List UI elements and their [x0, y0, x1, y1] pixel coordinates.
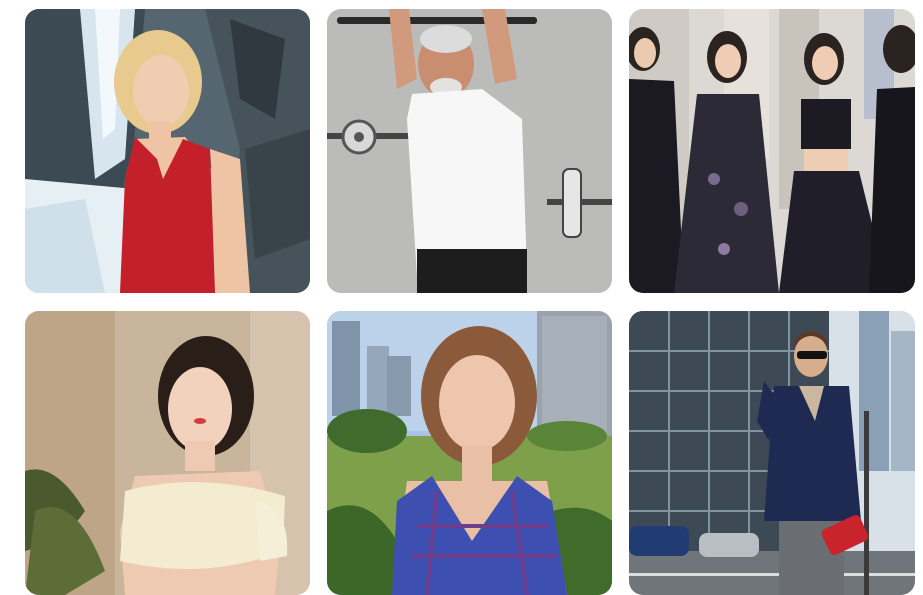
gallery-image-4 [25, 311, 310, 595]
image-gallery-grid [0, 0, 923, 595]
gallery-image-card-6[interactable] [629, 311, 915, 595]
gallery-image-card-1[interactable] [25, 9, 310, 293]
gallery-image-card-3[interactable] [629, 9, 915, 293]
gallery-image-3-alt [629, 292, 630, 293]
gallery-image-1 [25, 9, 310, 293]
gallery-image-2-alt [327, 292, 328, 293]
gallery-image-card-2[interactable] [327, 9, 612, 293]
gallery-image-6 [629, 311, 915, 595]
gallery-image-2 [327, 9, 612, 293]
gallery-image-card-4[interactable] [25, 311, 310, 595]
gallery-image-card-5[interactable] [327, 311, 612, 595]
gallery-image-5 [327, 311, 612, 595]
gallery-image-1-alt [25, 292, 26, 293]
gallery-image-3 [629, 9, 915, 293]
